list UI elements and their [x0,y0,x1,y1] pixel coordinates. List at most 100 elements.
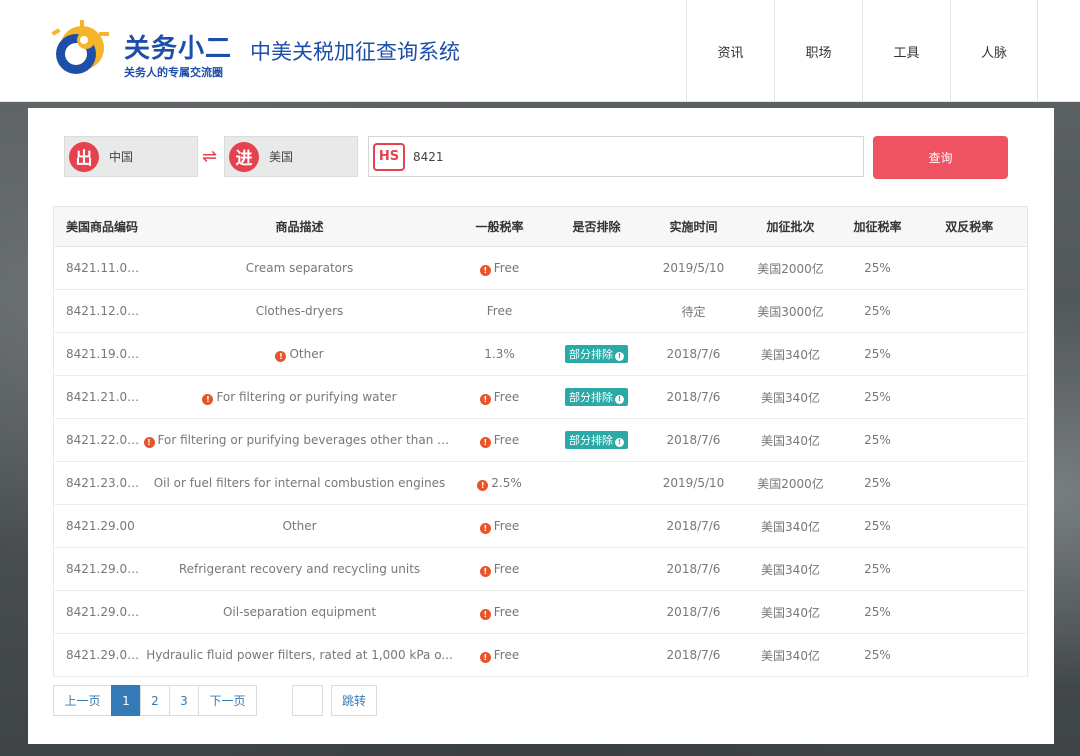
cell-rate: ! Free [455,633,544,677]
nav-item-news[interactable]: 资讯 [686,0,774,102]
table-row[interactable]: 8421.11.00... Cream separators! Free 2019/5… [53,246,1028,290]
cell-desc: Other [143,504,456,548]
cell-add-rate: 25% [843,590,912,634]
pagination: 上一页 1 2 3 下一页 跳转 [53,685,383,716]
cell-code: 8421.22.00... [53,418,144,462]
info-icon[interactable]: ! [479,565,491,577]
cell-date: 2018/7/6 [649,547,738,591]
cell-add-rate: 25% [843,633,912,677]
cell-ad-cvd [911,246,1028,290]
info-icon[interactable]: ! [275,350,287,362]
jump-button[interactable]: 跳转 [331,685,377,716]
export-country-select[interactable]: 出 中国 [64,136,198,177]
cell-add-rate: 25% [843,289,912,333]
import-country-select[interactable]: 进 美国 [224,136,358,177]
next-page-button[interactable]: 下一页 [198,685,257,716]
cell-code: 8421.19.00... [53,332,144,376]
prev-page-button[interactable]: 上一页 [53,685,112,716]
brand-slogan: 关务人的专属交流圈 [124,66,223,79]
info-icon[interactable]: ! [479,264,491,276]
cell-date: 2018/7/6 [649,375,738,419]
table-row[interactable]: 8421.23.00... Oil or fuel filters for int… [53,461,1028,505]
watermark-text: 关务小二 [935,699,1027,725]
col-header-code[interactable]: 美国商品编码 [53,206,144,247]
cell-date: 2018/7/6 [649,332,738,376]
col-header-rate[interactable]: 一般税率 [455,206,544,247]
page-button-3[interactable]: 3 [169,685,199,716]
cell-add-rate: 25% [843,547,912,591]
brand-name: 关务小二 [124,34,233,64]
cell-ad-cvd [911,461,1028,505]
page-button-1[interactable]: 1 [111,685,141,716]
cell-desc: Cream separators [143,246,456,290]
exclusion-tag[interactable]: 部分排除! [565,431,628,449]
cell-date: 待定 [649,289,738,333]
cell-ad-cvd [911,332,1028,376]
tariff-table: 美国商品编码 商品描述 一般税率 是否排除 实施时间 加征批次 加征税率 双反税… [53,206,1028,677]
col-header-date[interactable]: 实施时间 [649,206,738,247]
site-header: 关务小二 关务人的专属交流圈 中美关税加征查询系统 资讯 职场 工具 人脉 [0,0,1080,102]
nav-item-network[interactable]: 人脉 [950,0,1038,102]
cell-rate: ! Free [455,590,544,634]
table-row[interactable]: 8421.19.00...! Other 1.3% 部分排除! 2018/7/6 美国34… [53,332,1028,376]
cell-desc: ! For filtering or purifying beverages ot… [143,418,456,462]
cell-batch: 美国3000亿 [737,289,844,333]
cell-code: 8421.29.00... [53,547,144,591]
info-icon[interactable]: ! [479,608,491,620]
info-icon: ! [615,352,624,361]
col-header-exclusion[interactable]: 是否排除 [543,206,650,247]
cell-code: 8421.23.00... [53,461,144,505]
cell-date: 2018/7/6 [649,590,738,634]
page-button-2[interactable]: 2 [140,685,170,716]
cell-add-rate: 25% [843,418,912,462]
col-header-add-rate[interactable]: 加征税率 [843,206,912,247]
exclusion-tag[interactable]: 部分排除! [565,388,628,406]
info-icon[interactable]: ! [202,393,214,405]
info-icon[interactable]: ! [143,436,155,448]
table-row[interactable]: 8421.29.00... Oil-separation equipment! Fr… [53,590,1028,634]
table-row[interactable]: 8421.29.00... Hydraulic fluid power filte… [53,633,1028,677]
exclusion-tag[interactable]: 部分排除! [565,345,628,363]
cell-desc: Oil-separation equipment [143,590,456,634]
col-header-batch[interactable]: 加征批次 [737,206,844,247]
cell-ad-cvd [911,289,1028,333]
cell-date: 2019/5/10 [649,461,738,505]
import-badge-icon: 进 [229,141,259,172]
table-row[interactable]: 8421.21.00...! For filtering or purifying… [53,375,1028,419]
info-icon[interactable]: ! [477,479,489,491]
table-row[interactable]: 8421.29.00 Other! Free 2018/7/6 美国340亿 25% [53,504,1028,548]
cell-rate: ! Free [455,246,544,290]
cell-desc: Clothes-dryers [143,289,456,333]
page-jump-input[interactable] [292,685,323,716]
cell-date: 2018/7/6 [649,418,738,462]
table-row[interactable]: 8421.12.00... Clothes-dryers Free 待定 美国3000亿… [53,289,1028,333]
table-row[interactable]: 8421.29.00... Refrigerant recovery and re… [53,547,1028,591]
cell-rate: ! Free [455,418,544,462]
hs-code-input[interactable] [413,149,833,164]
query-button[interactable]: 查询 [873,136,1008,179]
table-row[interactable]: 8421.22.00...! For filtering or purifying… [53,418,1028,462]
col-header-ad-cvd[interactable]: 双反税率 [911,206,1028,247]
wechat-icon [895,696,929,722]
cell-exclusion: 部分排除! [543,375,650,419]
info-icon[interactable]: ! [479,436,491,448]
col-header-desc[interactable]: 商品描述 [143,206,456,247]
export-badge-icon: 出 [69,141,99,172]
info-icon[interactable]: ! [479,522,491,534]
nav-item-career[interactable]: 职场 [774,0,862,102]
info-icon: ! [615,395,624,404]
cell-rate: ! 2.5% [455,461,544,505]
cell-exclusion [543,633,650,677]
info-icon[interactable]: ! [479,651,491,663]
info-icon: ! [615,438,624,447]
nav-item-tools[interactable]: 工具 [862,0,950,102]
cell-exclusion [543,289,650,333]
cell-ad-cvd [911,418,1028,462]
watermark: 关务小二 [895,692,1027,726]
cell-exclusion [543,590,650,634]
cell-rate: ! Free [455,375,544,419]
swap-icon[interactable]: ⇌ [202,146,217,167]
page-title: 中美关税加征查询系统 [250,40,460,64]
info-icon[interactable]: ! [479,393,491,405]
cell-exclusion: 部分排除! [543,332,650,376]
